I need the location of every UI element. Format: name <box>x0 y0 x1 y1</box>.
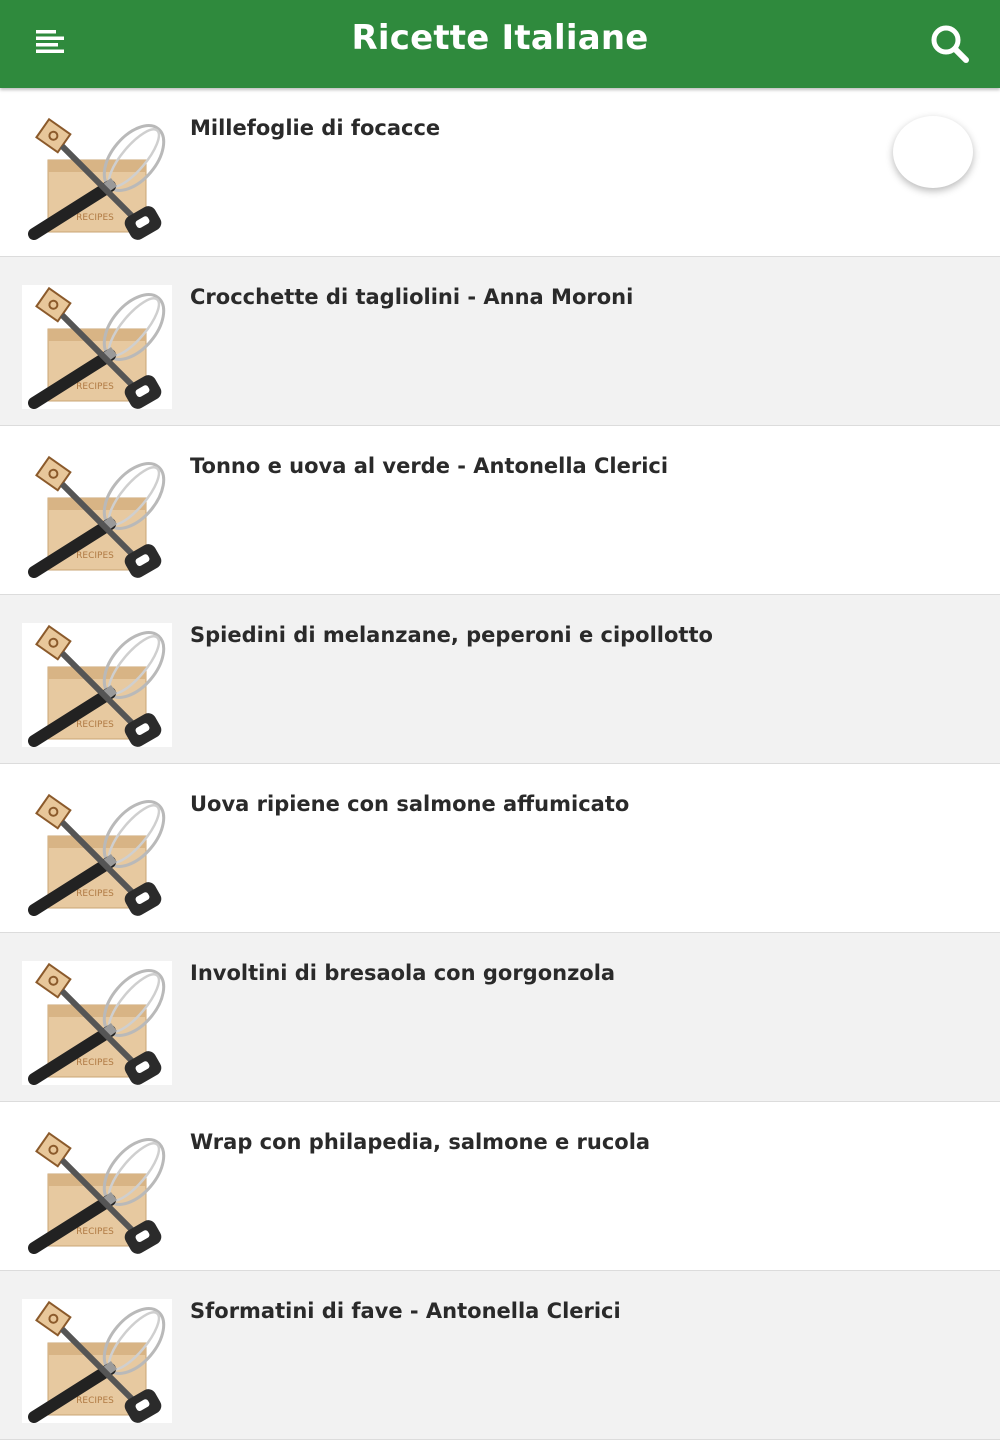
thumb-label: RECIPES <box>76 1396 114 1406</box>
thumb-label: RECIPES <box>76 213 114 223</box>
recipe-thumbnail: RECIPES <box>22 961 172 1085</box>
thumb-label: RECIPES <box>76 382 114 392</box>
recipe-thumbnail: RECIPES <box>22 792 172 916</box>
list-item[interactable]: RECIPES Spiedini di melanzane, peperoni e… <box>0 595 1000 764</box>
thumb-label: RECIPES <box>76 551 114 561</box>
recipe-title: Millefoglie di focacce <box>190 116 441 140</box>
recipe-title: Tonno e uova al verde - Antonella Cleric… <box>190 454 669 478</box>
recipe-title: Sformatini di fave - Antonella Clerici <box>190 1299 621 1323</box>
page-title: Ricette Italiane <box>351 18 649 58</box>
app-bar: Ricette Italiane <box>0 0 1000 88</box>
list-item[interactable]: RECIPES Uova ripiene con salmone affumica… <box>0 764 1000 933</box>
recipe-thumbnail: RECIPES <box>22 623 172 747</box>
thumb-label: RECIPES <box>76 720 114 730</box>
list-item[interactable]: RECIPES Sformatini di fave - Antonella Cl… <box>0 1271 1000 1440</box>
thumb-label: RECIPES <box>76 1058 114 1068</box>
list-item[interactable]: RECIPES Millefoglie di focacce <box>0 88 1000 257</box>
recipe-thumbnail: RECIPES <box>22 116 172 240</box>
recipe-list: RECIPES Millefoglie di focacce RECIPES Croc… <box>0 88 1000 1440</box>
recipe-thumbnail: RECIPES <box>22 454 172 578</box>
thumb-label: RECIPES <box>76 889 114 899</box>
search-icon[interactable] <box>926 20 974 68</box>
recipe-title: Wrap con philapedia, salmone e rucola <box>190 1130 651 1154</box>
recipe-title: Involtini di bresaola con gorgonzola <box>190 961 616 985</box>
recipe-title: Crocchette di tagliolini - Anna Moroni <box>190 285 634 309</box>
list-item[interactable]: RECIPES Involtini di bresaola con gorgonz… <box>0 933 1000 1102</box>
recipe-thumbnail: RECIPES <box>22 285 172 409</box>
thumb-label: RECIPES <box>76 1227 114 1237</box>
recipe-title: Uova ripiene con salmone affumicato <box>190 792 630 816</box>
recipe-thumbnail: RECIPES <box>22 1299 172 1423</box>
list-item[interactable]: RECIPES Crocchette di tagliolini - Anna M… <box>0 257 1000 426</box>
recipe-thumbnail: RECIPES <box>22 1130 172 1254</box>
list-item[interactable]: RECIPES Tonno e uova al verde - Antonella… <box>0 426 1000 595</box>
list-item[interactable]: RECIPES Wrap con philapedia, salmone e ru… <box>0 1102 1000 1271</box>
recipe-title: Spiedini di melanzane, peperoni e cipoll… <box>190 623 713 647</box>
floating-action-button[interactable] <box>893 116 973 188</box>
